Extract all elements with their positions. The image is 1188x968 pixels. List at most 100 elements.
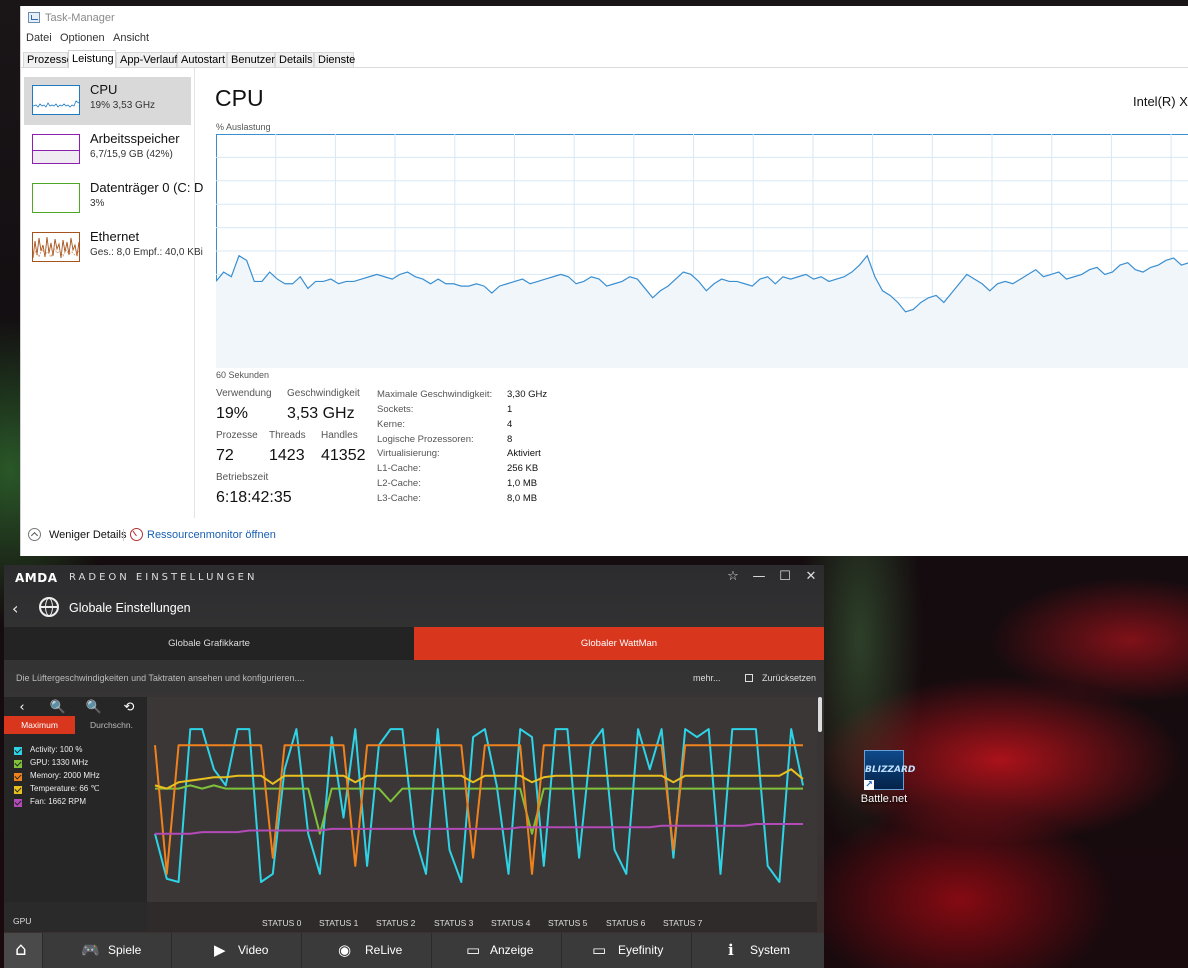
spec-value: 3,30 GHz: [507, 389, 548, 400]
reset-button[interactable]: Zurücksetzen: [762, 673, 816, 683]
tab-services[interactable]: Dienste: [314, 52, 355, 67]
spec-key: Virtualisierung:: [377, 448, 440, 459]
sidebar-disk-name: Datenträger 0 (C: D: [90, 180, 204, 195]
uptime-value: 6:18:42:35: [216, 489, 292, 506]
usage-value: 19%: [216, 405, 249, 422]
more-link[interactable]: mehr...: [693, 673, 721, 683]
tab-global-wattman[interactable]: Globaler WattMan: [414, 627, 824, 660]
sidebar-item-memory[interactable]: Arbeitsspeicher 6,7/15,9 GB (42%): [24, 126, 191, 174]
legend-label: Activity: 100 %: [30, 745, 83, 754]
memory-thumbnail-graph: [32, 134, 80, 164]
sidebar-ethernet-name: Ethernet: [90, 229, 140, 244]
close-icon[interactable]: ✕: [802, 569, 820, 585]
threads-label: Threads: [269, 430, 306, 441]
fewer-details-link[interactable]: Weniger Details: [49, 529, 126, 541]
sidebar-item-disk[interactable]: Datenträger 0 (C: D 3%: [24, 175, 203, 223]
reset-icon[interactable]: [745, 674, 753, 682]
back-arrow-icon[interactable]: ‹: [12, 599, 18, 618]
spec-value: Aktiviert: [507, 448, 541, 459]
threads-value: 1423: [269, 447, 305, 464]
disk-thumbnail-graph: [32, 183, 80, 213]
footer-divider: [123, 529, 124, 541]
nav-video[interactable]: ▶ Video: [171, 933, 299, 968]
menu-options[interactable]: Optionen: [60, 32, 105, 44]
status-label: STATUS 1: [319, 918, 359, 928]
tab-app-history[interactable]: App-Verlauf: [116, 52, 177, 67]
nav-label: Eyefinity: [618, 943, 664, 957]
status-label: STATUS 7: [663, 918, 703, 928]
battlenet-icon: BLIZZARD ↗: [864, 750, 915, 790]
maximum-button[interactable]: Maximum: [4, 716, 75, 734]
nav-label: Video: [238, 943, 269, 957]
status-label: STATUS 4: [491, 918, 531, 928]
cpu-model-name: Intel(R) Xe: [1133, 94, 1188, 109]
menu-view[interactable]: Ansicht: [113, 32, 149, 44]
tab-users[interactable]: Benutzer: [227, 52, 275, 67]
cpu-graph-y-label: % Auslastung: [216, 122, 271, 132]
sidebar-item-ethernet[interactable]: Ethernet Ges.: 8,0 Empf.: 40,0 KBi: [24, 224, 203, 272]
checkbox-icon[interactable]: [14, 786, 22, 794]
checkbox-icon[interactable]: [14, 799, 22, 807]
radeon-settings-window: AMDA RADEON EINSTELLUNGEN ☆ — ☐ ✕ ‹ Glob…: [4, 565, 824, 968]
status-axis: STATUS 0 STATUS 1 STATUS 2 STATUS 3 STAT…: [147, 902, 817, 932]
spec-value: 256 KB: [507, 463, 539, 474]
title-bar[interactable]: Task-Manager: [20, 6, 1188, 30]
open-resource-monitor-link[interactable]: Ressourcenmonitor öffnen: [147, 529, 276, 541]
spec-key: Sockets:: [377, 404, 414, 415]
nav-label: ReLive: [365, 943, 403, 957]
tab-details[interactable]: Details: [275, 52, 314, 67]
sidebar-cpu-sub: 19% 3,53 GHz: [90, 100, 156, 111]
scrollbar-thumb[interactable]: [818, 697, 822, 732]
cpu-thumbnail-graph: [32, 85, 80, 115]
menu-file[interactable]: Datei: [26, 32, 52, 44]
maximize-icon[interactable]: ☐: [776, 569, 794, 585]
nav-eyefinity[interactable]: ▭ Eyefinity: [561, 933, 689, 968]
speed-value: 3,53 GHz: [287, 405, 355, 422]
zoom-in-icon[interactable]: 🔍: [46, 699, 70, 717]
bottom-navigation: ⌂ 🎮 Spiele ▶ Video ◉ ReLive ▭ Anzeige ▭ …: [4, 933, 824, 968]
nav-relive[interactable]: ◉ ReLive: [301, 933, 429, 968]
sidebar-cpu-name: CPU: [90, 82, 118, 97]
zoom-out-icon[interactable]: 🔍: [82, 699, 106, 717]
ethernet-thumbnail-graph: [32, 232, 80, 262]
legend-label: Temperature: 66 ℃: [30, 784, 100, 793]
task-manager-footer: Weniger Details Ressourcenmonitor öffnen: [20, 526, 420, 548]
spec-value: 4: [507, 419, 513, 430]
cpu-graph-x-label: 60 Sekunden: [216, 370, 270, 380]
reset-zoom-icon[interactable]: ⟲: [117, 699, 141, 717]
tab-processes[interactable]: Prozesse: [23, 52, 73, 67]
status-label: STATUS 0: [262, 918, 302, 928]
average-button[interactable]: Durchschn.: [76, 716, 147, 734]
battlenet-desktop-shortcut[interactable]: BLIZZARD ↗ Battle.net: [856, 750, 915, 805]
tab-startup[interactable]: Autostart: [177, 52, 227, 67]
minimize-icon[interactable]: —: [750, 569, 768, 585]
graph-legend-panel: ‹ 🔍 🔍 ⟲ Maximum Durchschn. Activity: 100…: [4, 697, 147, 902]
performance-sidebar: CPU 19% 3,53 GHz Arbeitsspeicher 6,7/15,…: [20, 68, 203, 518]
processes-label: Prozesse: [216, 430, 258, 441]
sidebar-item-cpu[interactable]: CPU 19% 3,53 GHz: [24, 77, 191, 125]
home-button[interactable]: ⌂: [4, 933, 42, 968]
task-manager-icon: [28, 12, 40, 23]
chevron-left-icon[interactable]: ‹: [10, 699, 34, 717]
nav-system[interactable]: ℹ System: [691, 933, 824, 968]
window-title: Task-Manager: [45, 12, 115, 24]
nav-label: System: [750, 943, 791, 957]
shortcut-arrow-icon: ↗: [864, 780, 874, 790]
amd-logo: AMDA: [15, 571, 58, 585]
tab-performance[interactable]: Leistung: [68, 50, 116, 68]
nav-display[interactable]: ▭ Anzeige: [431, 933, 559, 968]
app-title: RADEON EINSTELLUNGEN: [69, 572, 258, 583]
spec-value: 1,0 MB: [507, 478, 538, 489]
checkbox-icon[interactable]: [14, 760, 22, 768]
status-label: STATUS 3: [434, 918, 474, 928]
nav-games[interactable]: 🎮 Spiele: [42, 933, 170, 968]
checkbox-icon[interactable]: [14, 773, 22, 781]
spec-key: Maximale Geschwindigkeit:: [377, 389, 493, 400]
tab-global-graphics[interactable]: Globale Grafikkarte: [4, 627, 414, 660]
spec-key: Logische Prozessoren:: [377, 434, 474, 445]
processes-value: 72: [216, 447, 234, 464]
favorite-star-icon[interactable]: ☆: [724, 569, 742, 585]
checkbox-icon[interactable]: [14, 747, 22, 755]
resource-monitor-icon[interactable]: [130, 528, 143, 541]
chevron-up-icon[interactable]: [28, 528, 41, 541]
